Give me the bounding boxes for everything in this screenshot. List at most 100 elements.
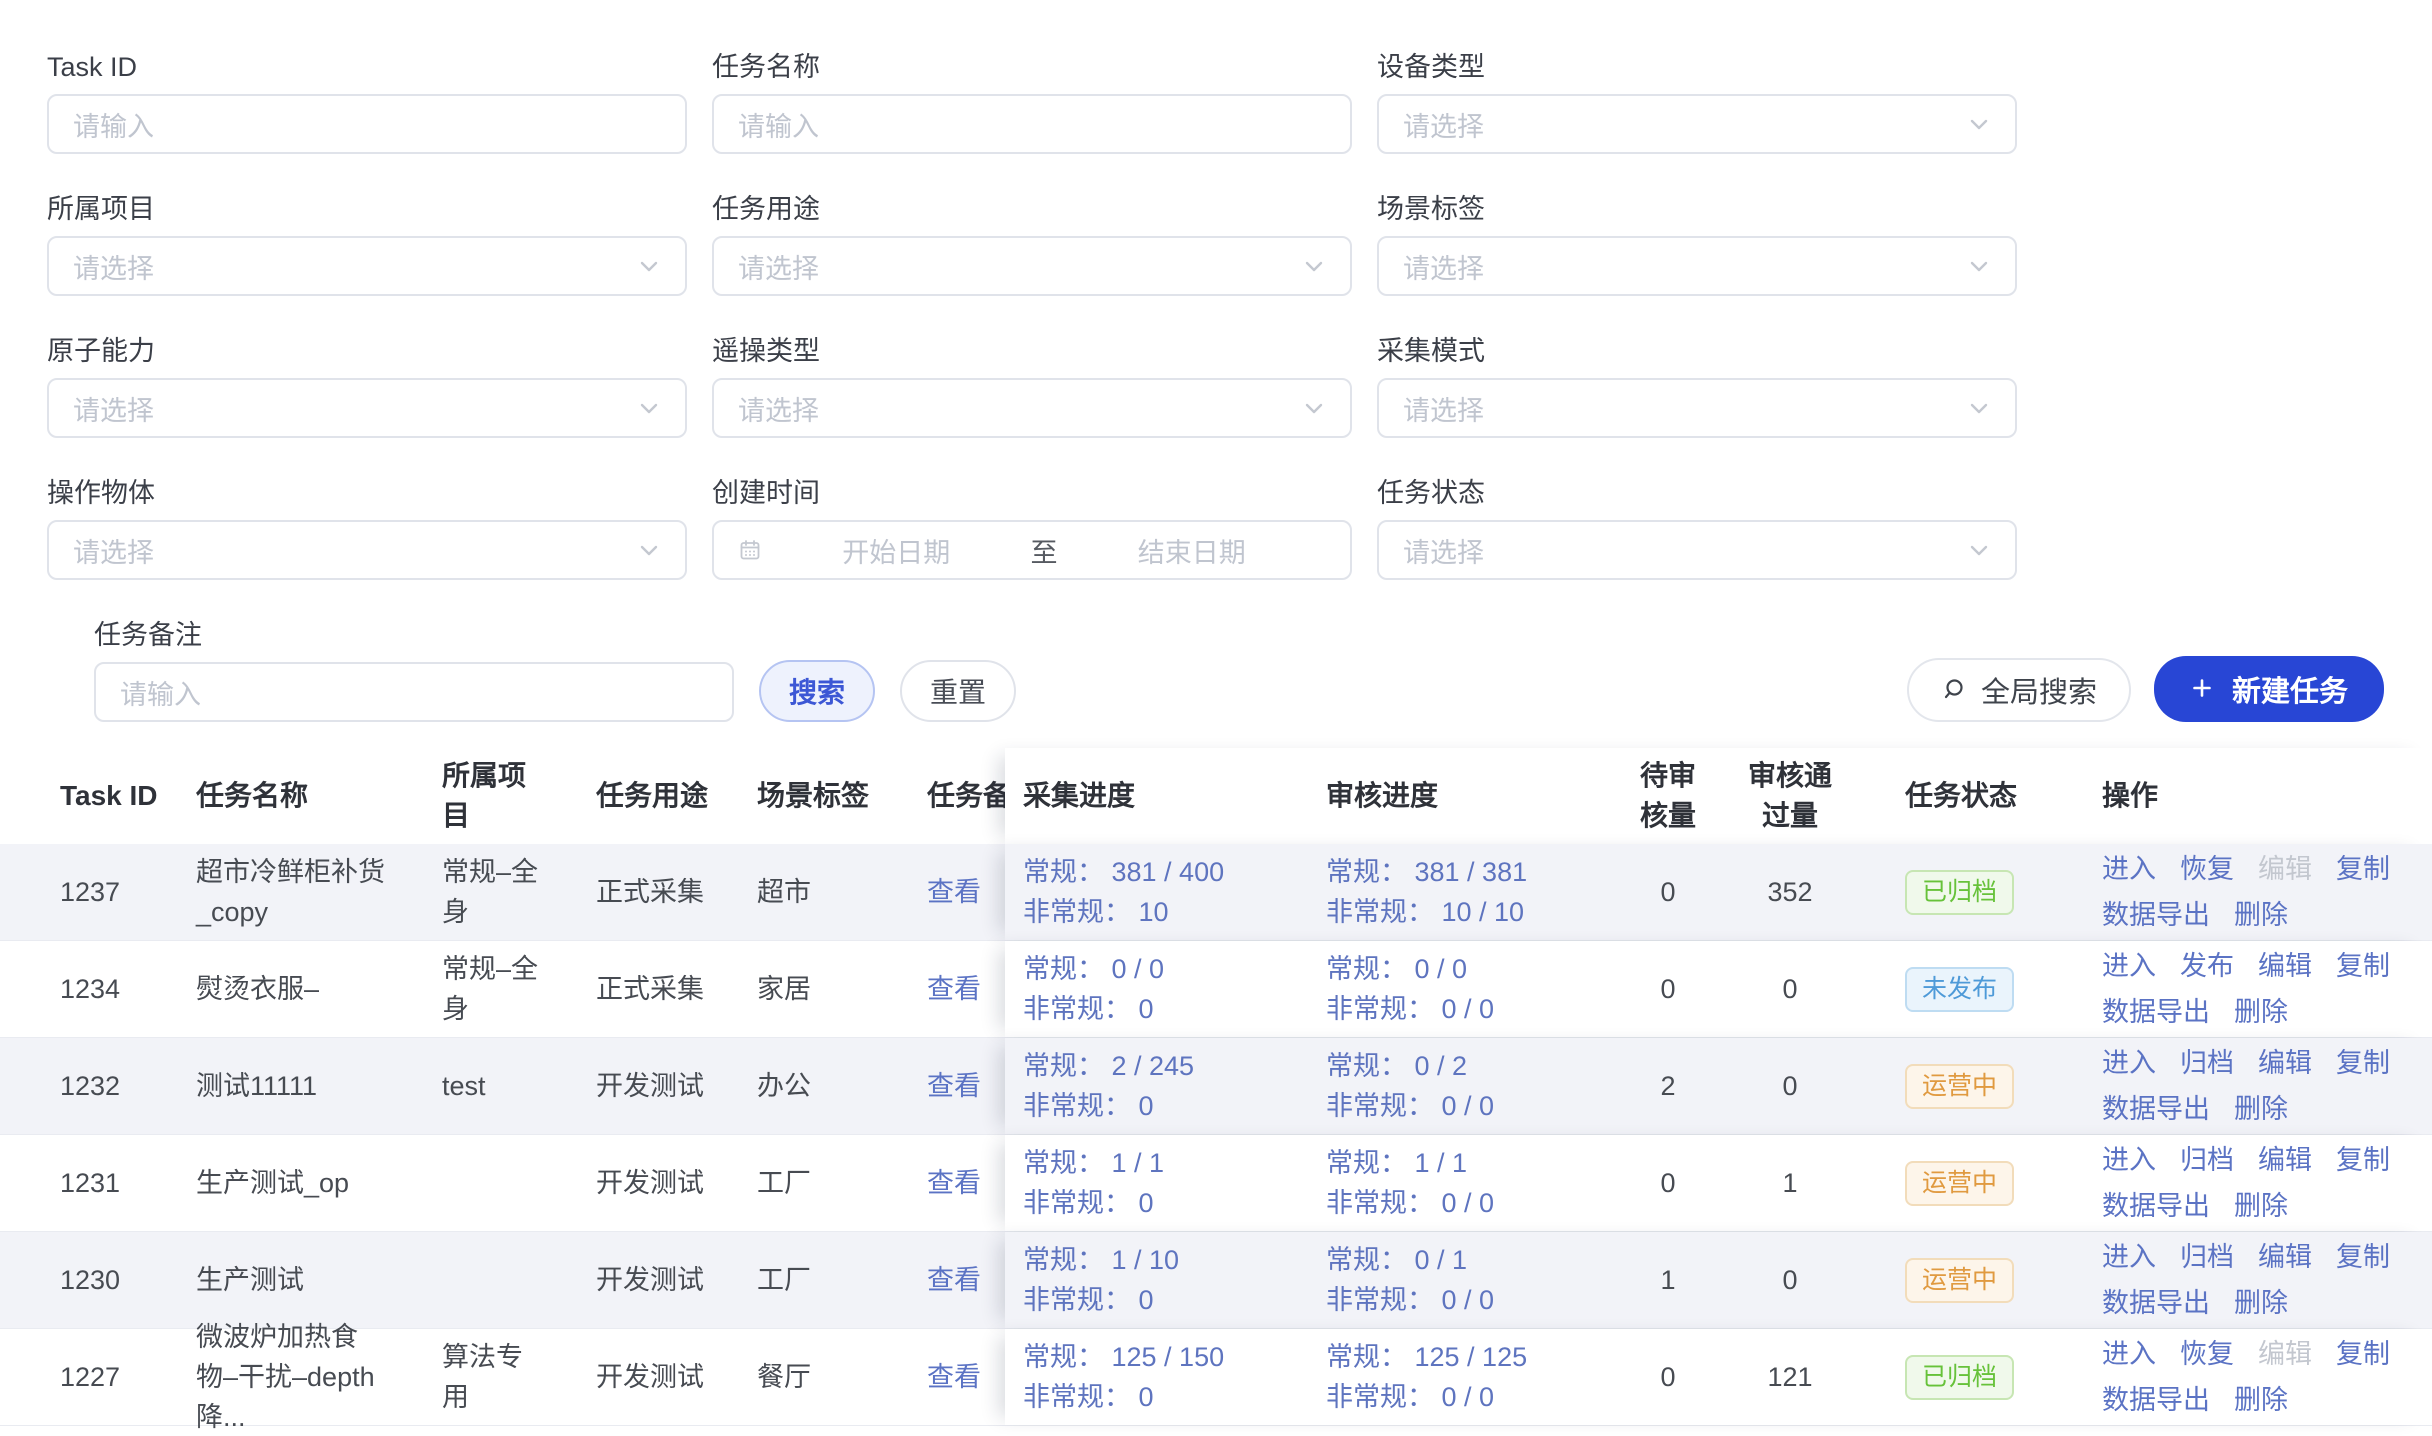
cell-task-id: 1231 — [60, 1163, 196, 1203]
create-task-button[interactable]: 新建任务 — [2154, 656, 2384, 722]
cell-pending-count: 1 — [1630, 1260, 1706, 1300]
cell-project: 常规–全身 — [442, 852, 596, 932]
object-select[interactable]: 请选择 — [47, 520, 687, 580]
table-row: 1234 熨烫衣服– 常规–全身 正式采集 家居 查看 常规： 0 / 0非常规… — [0, 941, 2432, 1038]
filter-label-scene-tag: 场景标签 — [1377, 192, 2017, 226]
teleop-type-select[interactable]: 请选择 — [712, 378, 1352, 438]
row-action-link[interactable]: 复制 — [2336, 1043, 2390, 1083]
cell-collect-progress: 常规： 125 / 150非常规： 0 — [1005, 1337, 1326, 1417]
row-action-link[interactable]: 删除 — [2234, 1283, 2288, 1323]
view-remark-link[interactable]: 查看 — [927, 877, 981, 907]
collect-mode-select[interactable]: 请选择 — [1377, 378, 2017, 438]
row-action-link[interactable]: 复制 — [2336, 1237, 2390, 1277]
row-action-link[interactable]: 删除 — [2234, 1186, 2288, 1226]
row-action-link[interactable]: 恢复 — [2180, 849, 2234, 889]
row-action-link[interactable]: 删除 — [2234, 1089, 2288, 1129]
row-action-link[interactable]: 进入 — [2102, 1334, 2156, 1374]
row-action-link[interactable]: 数据导出 — [2102, 1283, 2210, 1323]
row-actions: 进入恢复编辑复制数据导出删除 — [2102, 849, 2432, 935]
cell-review-progress: 常规： 1 / 1非常规： 0 / 0 — [1326, 1143, 1630, 1223]
cell-task-id: 1234 — [60, 969, 196, 1009]
row-action-link[interactable]: 复制 — [2336, 946, 2390, 986]
purpose-select[interactable]: 请选择 — [712, 236, 1352, 296]
global-search-button[interactable]: 全局搜索 — [1907, 658, 2131, 722]
status-badge: 运营中 — [1905, 1258, 2014, 1303]
row-action-link[interactable]: 复制 — [2336, 1334, 2390, 1374]
status-badge: 已归档 — [1905, 870, 2014, 915]
cell-review-progress: 常规： 0 / 1非常规： 0 / 0 — [1326, 1240, 1630, 1320]
reset-button[interactable]: 重置 — [900, 660, 1016, 722]
row-action-link[interactable]: 进入 — [2102, 849, 2156, 889]
task-status-select[interactable]: 请选择 — [1377, 520, 2017, 580]
row-action-link[interactable]: 归档 — [2180, 1043, 2234, 1083]
row-action-link[interactable]: 数据导出 — [2102, 1186, 2210, 1226]
row-action-link[interactable]: 数据导出 — [2102, 1089, 2210, 1129]
cell-scene-tag: 家居 — [757, 969, 927, 1009]
row-action-link[interactable]: 编辑 — [2258, 1043, 2312, 1083]
row-action-link[interactable]: 删除 — [2234, 895, 2288, 935]
row-action-link[interactable]: 进入 — [2102, 1237, 2156, 1277]
input-placeholder: 请输入 — [73, 105, 154, 144]
task-id-input[interactable]: 请输入 — [47, 94, 687, 154]
calendar-icon — [738, 538, 762, 562]
row-action-link[interactable]: 复制 — [2336, 849, 2390, 889]
cell-purpose: 正式采集 — [596, 969, 757, 1009]
view-remark-link[interactable]: 查看 — [927, 1071, 981, 1101]
select-placeholder: 请选择 — [73, 389, 154, 428]
row-action-link[interactable]: 编辑 — [2258, 1140, 2312, 1180]
row-action-link[interactable]: 进入 — [2102, 1043, 2156, 1083]
row-action-link[interactable]: 进入 — [2102, 1140, 2156, 1180]
row-action-link[interactable]: 编辑 — [2258, 1237, 2312, 1277]
cell-review-progress: 常规： 125 / 125非常规： 0 / 0 — [1326, 1337, 1630, 1417]
row-action-link[interactable]: 复制 — [2336, 1140, 2390, 1180]
device-type-select[interactable]: 请选择 — [1377, 94, 2017, 154]
view-remark-link[interactable]: 查看 — [927, 974, 981, 1004]
cell-scene-tag: 餐厅 — [757, 1357, 927, 1397]
cell-purpose: 正式采集 — [596, 872, 757, 912]
filter-label-task-remark: 任务备注 — [94, 618, 734, 652]
select-placeholder: 请选择 — [1403, 105, 1484, 144]
table-row: 1227 微波炉加热食物–干扰–depth降... 算法专用 开发测试 餐厅 查… — [0, 1329, 2432, 1426]
row-action-link[interactable]: 数据导出 — [2102, 895, 2210, 935]
row-action-link[interactable]: 数据导出 — [2102, 1380, 2210, 1420]
search-button[interactable]: 搜索 — [759, 660, 875, 722]
chevron-down-icon — [1967, 112, 1991, 136]
cell-task-id: 1227 — [60, 1357, 196, 1397]
chevron-down-icon — [637, 254, 661, 278]
table-row: 1232 测试11111 test 开发测试 办公 查看 常规： 2 / 245… — [0, 1038, 2432, 1135]
task-remark-input[interactable]: 请输入 — [94, 662, 734, 722]
project-select[interactable]: 请选择 — [47, 236, 687, 296]
view-remark-link[interactable]: 查看 — [927, 1265, 981, 1295]
task-management-page: Task ID 请输入 任务名称 请输入 设备类型 请选择 所属项目 请选择 任… — [0, 0, 2432, 1436]
cell-review-progress: 常规： 381 / 381非常规： 10 / 10 — [1326, 852, 1630, 932]
col-scene-tag: 场景标签 — [757, 776, 927, 816]
row-action-link[interactable]: 编辑 — [2258, 946, 2312, 986]
cell-scene-tag: 办公 — [757, 1066, 927, 1106]
row-action-link[interactable]: 归档 — [2180, 1237, 2234, 1277]
cell-purpose: 开发测试 — [596, 1357, 757, 1397]
row-action-link[interactable]: 删除 — [2234, 1380, 2288, 1420]
task-name-input[interactable]: 请输入 — [712, 94, 1352, 154]
cell-passed-count: 352 — [1740, 872, 1840, 912]
row-action-link[interactable]: 发布 — [2180, 946, 2234, 986]
row-action-link[interactable]: 归档 — [2180, 1140, 2234, 1180]
row-action-link[interactable]: 进入 — [2102, 946, 2156, 986]
filter-label-teleop-type: 遥操类型 — [712, 334, 1352, 368]
cell-purpose: 开发测试 — [596, 1260, 757, 1300]
create-time-range[interactable]: 开始日期 至 结束日期 — [712, 520, 1352, 580]
status-badge: 已归档 — [1905, 1355, 2014, 1400]
scene-tag-select[interactable]: 请选择 — [1377, 236, 2017, 296]
cell-task-name: 微波炉加热食物–干扰–depth降... — [196, 1317, 442, 1436]
atomic-ability-select[interactable]: 请选择 — [47, 378, 687, 438]
view-remark-link[interactable]: 查看 — [927, 1362, 981, 1392]
input-placeholder: 请输入 — [738, 105, 819, 144]
col-review-progress: 审核进度 — [1326, 776, 1630, 816]
select-placeholder: 请选择 — [1403, 531, 1484, 570]
table-body: 1237 超市冷鲜柜补货_copy 常规–全身 正式采集 超市 查看 常规： 3… — [0, 844, 2432, 1426]
row-action-link[interactable]: 删除 — [2234, 992, 2288, 1032]
row-action-link[interactable]: 数据导出 — [2102, 992, 2210, 1032]
row-action-link[interactable]: 恢复 — [2180, 1334, 2234, 1374]
cell-pending-count: 0 — [1630, 872, 1706, 912]
search-icon — [1941, 677, 1967, 703]
view-remark-link[interactable]: 查看 — [927, 1168, 981, 1198]
